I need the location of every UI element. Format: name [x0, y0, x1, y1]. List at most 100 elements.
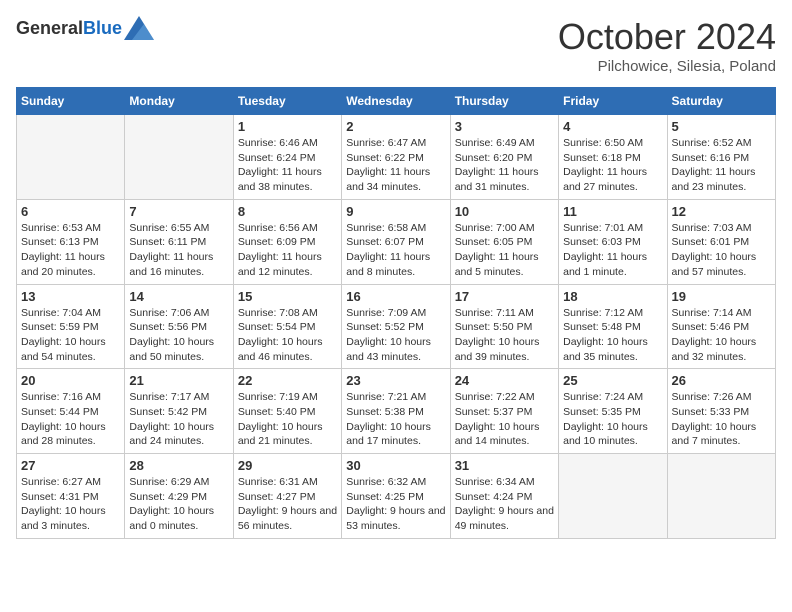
day-info: Sunrise: 6:27 AM Sunset: 4:31 PM Dayligh…	[21, 475, 120, 534]
calendar-cell: 17 Sunrise: 7:11 AM Sunset: 5:50 PM Dayli…	[450, 284, 558, 369]
day-info: Sunrise: 7:11 AM Sunset: 5:50 PM Dayligh…	[455, 306, 554, 365]
day-number: 12	[672, 204, 771, 219]
day-info: Sunrise: 6:29 AM Sunset: 4:29 PM Dayligh…	[129, 475, 228, 534]
day-info: Sunrise: 7:00 AM Sunset: 6:05 PM Dayligh…	[455, 221, 554, 280]
day-info: Sunrise: 7:24 AM Sunset: 5:35 PM Dayligh…	[563, 390, 662, 449]
day-info: Sunrise: 6:55 AM Sunset: 6:11 PM Dayligh…	[129, 221, 228, 280]
header-sunday: Sunday	[17, 88, 125, 115]
calendar-cell: 22 Sunrise: 7:19 AM Sunset: 5:40 PM Dayli…	[233, 369, 341, 454]
day-number: 16	[346, 289, 445, 304]
calendar-cell: 12 Sunrise: 7:03 AM Sunset: 6:01 PM Dayli…	[667, 199, 775, 284]
calendar-cell: 28 Sunrise: 6:29 AM Sunset: 4:29 PM Dayli…	[125, 454, 233, 539]
day-info: Sunrise: 6:52 AM Sunset: 6:16 PM Dayligh…	[672, 136, 771, 195]
day-info: Sunrise: 7:09 AM Sunset: 5:52 PM Dayligh…	[346, 306, 445, 365]
day-number: 17	[455, 289, 554, 304]
calendar-cell: 20 Sunrise: 7:16 AM Sunset: 5:44 PM Dayli…	[17, 369, 125, 454]
header-friday: Friday	[559, 88, 667, 115]
calendar-cell: 29 Sunrise: 6:31 AM Sunset: 4:27 PM Dayli…	[233, 454, 341, 539]
day-info: Sunrise: 7:03 AM Sunset: 6:01 PM Dayligh…	[672, 221, 771, 280]
header-wednesday: Wednesday	[342, 88, 450, 115]
day-info: Sunrise: 7:14 AM Sunset: 5:46 PM Dayligh…	[672, 306, 771, 365]
calendar-week-5: 27Sunrise: 6:27 AM Sunset: 4:31 PM Dayli…	[17, 454, 776, 539]
day-number: 20	[21, 373, 120, 388]
title-area: October 2024 Pilchowice, Silesia, Poland	[558, 16, 776, 75]
calendar-cell	[667, 454, 775, 539]
calendar-cell: 14Sunrise: 7:06 AM Sunset: 5:56 PM Dayli…	[125, 284, 233, 369]
day-number: 5	[672, 119, 771, 134]
day-number: 14	[129, 289, 228, 304]
day-info: Sunrise: 6:50 AM Sunset: 6:18 PM Dayligh…	[563, 136, 662, 195]
day-number: 7	[129, 204, 228, 219]
day-number: 23	[346, 373, 445, 388]
calendar-cell: 6Sunrise: 6:53 AM Sunset: 6:13 PM Daylig…	[17, 199, 125, 284]
calendar-cell: 8 Sunrise: 6:56 AM Sunset: 6:09 PM Daylig…	[233, 199, 341, 284]
day-info: Sunrise: 6:32 AM Sunset: 4:25 PM Dayligh…	[346, 475, 445, 534]
day-number: 28	[129, 458, 228, 473]
day-number: 11	[563, 204, 662, 219]
day-info: Sunrise: 6:31 AM Sunset: 4:27 PM Dayligh…	[238, 475, 337, 534]
calendar-cell: 5 Sunrise: 6:52 AM Sunset: 6:16 PM Daylig…	[667, 115, 775, 200]
day-number: 1	[238, 119, 337, 134]
calendar-cell: 31 Sunrise: 6:34 AM Sunset: 4:24 PM Dayli…	[450, 454, 558, 539]
header-tuesday: Tuesday	[233, 88, 341, 115]
day-number: 30	[346, 458, 445, 473]
calendar-cell: 25Sunrise: 7:24 AM Sunset: 5:35 PM Dayli…	[559, 369, 667, 454]
calendar-cell: 9Sunrise: 6:58 AM Sunset: 6:07 PM Daylig…	[342, 199, 450, 284]
calendar-cell	[125, 115, 233, 200]
calendar-cell	[559, 454, 667, 539]
day-number: 8	[238, 204, 337, 219]
logo-icon	[124, 16, 154, 40]
day-number: 24	[455, 373, 554, 388]
day-info: Sunrise: 7:04 AM Sunset: 5:59 PM Dayligh…	[21, 306, 120, 365]
calendar-cell: 23Sunrise: 7:21 AM Sunset: 5:38 PM Dayli…	[342, 369, 450, 454]
day-info: Sunrise: 7:22 AM Sunset: 5:37 PM Dayligh…	[455, 390, 554, 449]
calendar-cell: 19Sunrise: 7:14 AM Sunset: 5:46 PM Dayli…	[667, 284, 775, 369]
day-number: 6	[21, 204, 120, 219]
day-info: Sunrise: 7:26 AM Sunset: 5:33 PM Dayligh…	[672, 390, 771, 449]
header-row: Sunday Monday Tuesday Wednesday Thursday…	[17, 88, 776, 115]
header-monday: Monday	[125, 88, 233, 115]
calendar-cell: 10 Sunrise: 7:00 AM Sunset: 6:05 PM Dayli…	[450, 199, 558, 284]
day-info: Sunrise: 6:46 AM Sunset: 6:24 PM Dayligh…	[238, 136, 337, 195]
day-info: Sunrise: 6:56 AM Sunset: 6:09 PM Dayligh…	[238, 221, 337, 280]
calendar-week-1: 1 Sunrise: 6:46 AM Sunset: 6:24 PM Daylig…	[17, 115, 776, 200]
calendar-cell: 15Sunrise: 7:08 AM Sunset: 5:54 PM Dayli…	[233, 284, 341, 369]
day-info: Sunrise: 6:58 AM Sunset: 6:07 PM Dayligh…	[346, 221, 445, 280]
day-number: 29	[238, 458, 337, 473]
day-number: 10	[455, 204, 554, 219]
header: GeneralBlue October 2024 Pilchowice, Sil…	[16, 16, 776, 75]
day-info: Sunrise: 6:49 AM Sunset: 6:20 PM Dayligh…	[455, 136, 554, 195]
calendar-week-4: 20 Sunrise: 7:16 AM Sunset: 5:44 PM Dayli…	[17, 369, 776, 454]
day-info: Sunrise: 7:12 AM Sunset: 5:48 PM Dayligh…	[563, 306, 662, 365]
day-info: Sunrise: 7:16 AM Sunset: 5:44 PM Dayligh…	[21, 390, 120, 449]
header-saturday: Saturday	[667, 88, 775, 115]
logo: GeneralBlue	[16, 16, 154, 40]
day-info: Sunrise: 7:19 AM Sunset: 5:40 PM Dayligh…	[238, 390, 337, 449]
calendar-cell: 30 Sunrise: 6:32 AM Sunset: 4:25 PM Dayli…	[342, 454, 450, 539]
day-number: 2	[346, 119, 445, 134]
calendar-week-3: 13 Sunrise: 7:04 AM Sunset: 5:59 PM Dayli…	[17, 284, 776, 369]
day-info: Sunrise: 7:17 AM Sunset: 5:42 PM Dayligh…	[129, 390, 228, 449]
day-info: Sunrise: 6:34 AM Sunset: 4:24 PM Dayligh…	[455, 475, 554, 534]
day-number: 31	[455, 458, 554, 473]
calendar-table: Sunday Monday Tuesday Wednesday Thursday…	[16, 87, 776, 539]
location-subtitle: Pilchowice, Silesia, Poland	[558, 58, 776, 75]
day-info: Sunrise: 6:47 AM Sunset: 6:22 PM Dayligh…	[346, 136, 445, 195]
calendar-body: 1 Sunrise: 6:46 AM Sunset: 6:24 PM Daylig…	[17, 115, 776, 539]
calendar-cell: 13 Sunrise: 7:04 AM Sunset: 5:59 PM Dayli…	[17, 284, 125, 369]
day-number: 15	[238, 289, 337, 304]
day-number: 22	[238, 373, 337, 388]
day-number: 3	[455, 119, 554, 134]
day-number: 13	[21, 289, 120, 304]
calendar-header: Sunday Monday Tuesday Wednesday Thursday…	[17, 88, 776, 115]
calendar-cell: 11Sunrise: 7:01 AM Sunset: 6:03 PM Dayli…	[559, 199, 667, 284]
calendar-cell	[17, 115, 125, 200]
calendar-cell: 21Sunrise: 7:17 AM Sunset: 5:42 PM Dayli…	[125, 369, 233, 454]
day-number: 26	[672, 373, 771, 388]
calendar-week-2: 6Sunrise: 6:53 AM Sunset: 6:13 PM Daylig…	[17, 199, 776, 284]
calendar-cell: 2 Sunrise: 6:47 AM Sunset: 6:22 PM Daylig…	[342, 115, 450, 200]
calendar-cell: 7 Sunrise: 6:55 AM Sunset: 6:11 PM Daylig…	[125, 199, 233, 284]
calendar-cell: 26 Sunrise: 7:26 AM Sunset: 5:33 PM Dayli…	[667, 369, 775, 454]
calendar-cell: 18Sunrise: 7:12 AM Sunset: 5:48 PM Dayli…	[559, 284, 667, 369]
header-thursday: Thursday	[450, 88, 558, 115]
